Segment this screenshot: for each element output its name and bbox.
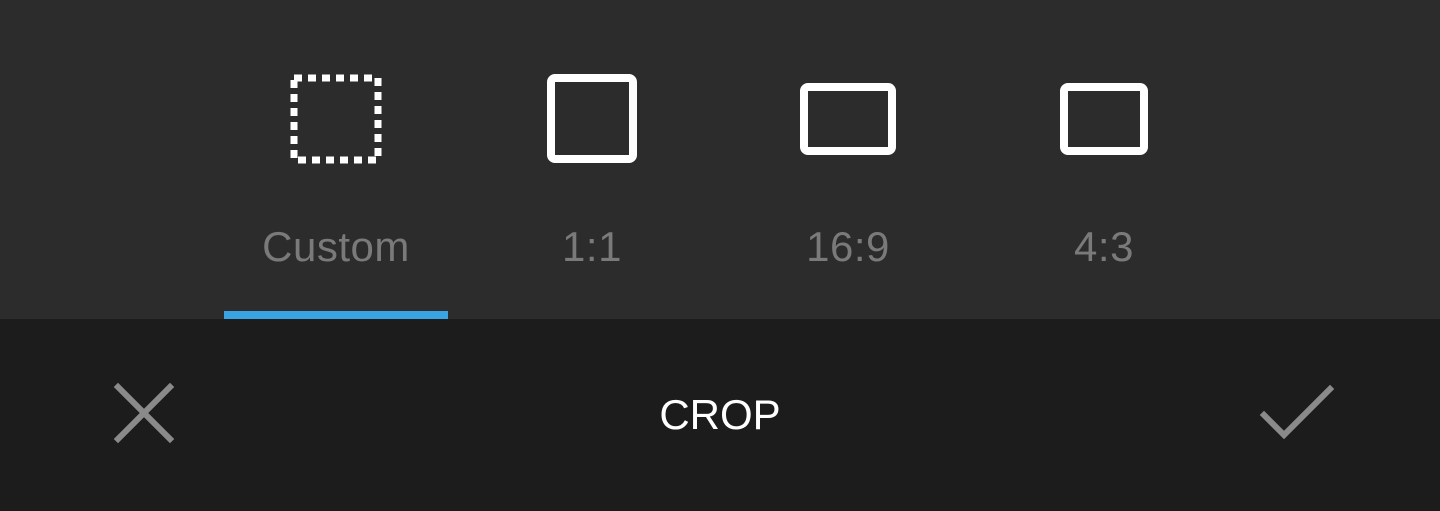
rectangle-icon	[1060, 83, 1148, 155]
tab-16-9[interactable]: 16:9	[736, 0, 960, 319]
check-icon	[1259, 384, 1335, 440]
tab-label: 16:9	[806, 223, 890, 270]
crop-action-bar: CROP	[0, 319, 1440, 511]
close-icon	[113, 382, 175, 444]
tab-label: Custom	[262, 223, 410, 270]
tab-label: 4:3	[1074, 223, 1134, 270]
cancel-button[interactable]	[94, 369, 194, 461]
tab-1-1[interactable]: 1:1	[480, 0, 704, 319]
dotted-crop-icon	[290, 74, 382, 164]
tab-custom[interactable]: Custom	[224, 0, 448, 319]
confirm-button[interactable]	[1246, 369, 1346, 461]
square-icon	[547, 74, 637, 163]
page-title: CROP	[659, 391, 781, 438]
selected-tab-indicator	[224, 311, 448, 319]
wide-rectangle-icon	[800, 83, 896, 155]
tab-label: 1:1	[562, 223, 622, 270]
aspect-ratio-panel: Custom 1:1 16:9 4:3	[0, 0, 1440, 319]
tab-4-3[interactable]: 4:3	[992, 0, 1216, 319]
